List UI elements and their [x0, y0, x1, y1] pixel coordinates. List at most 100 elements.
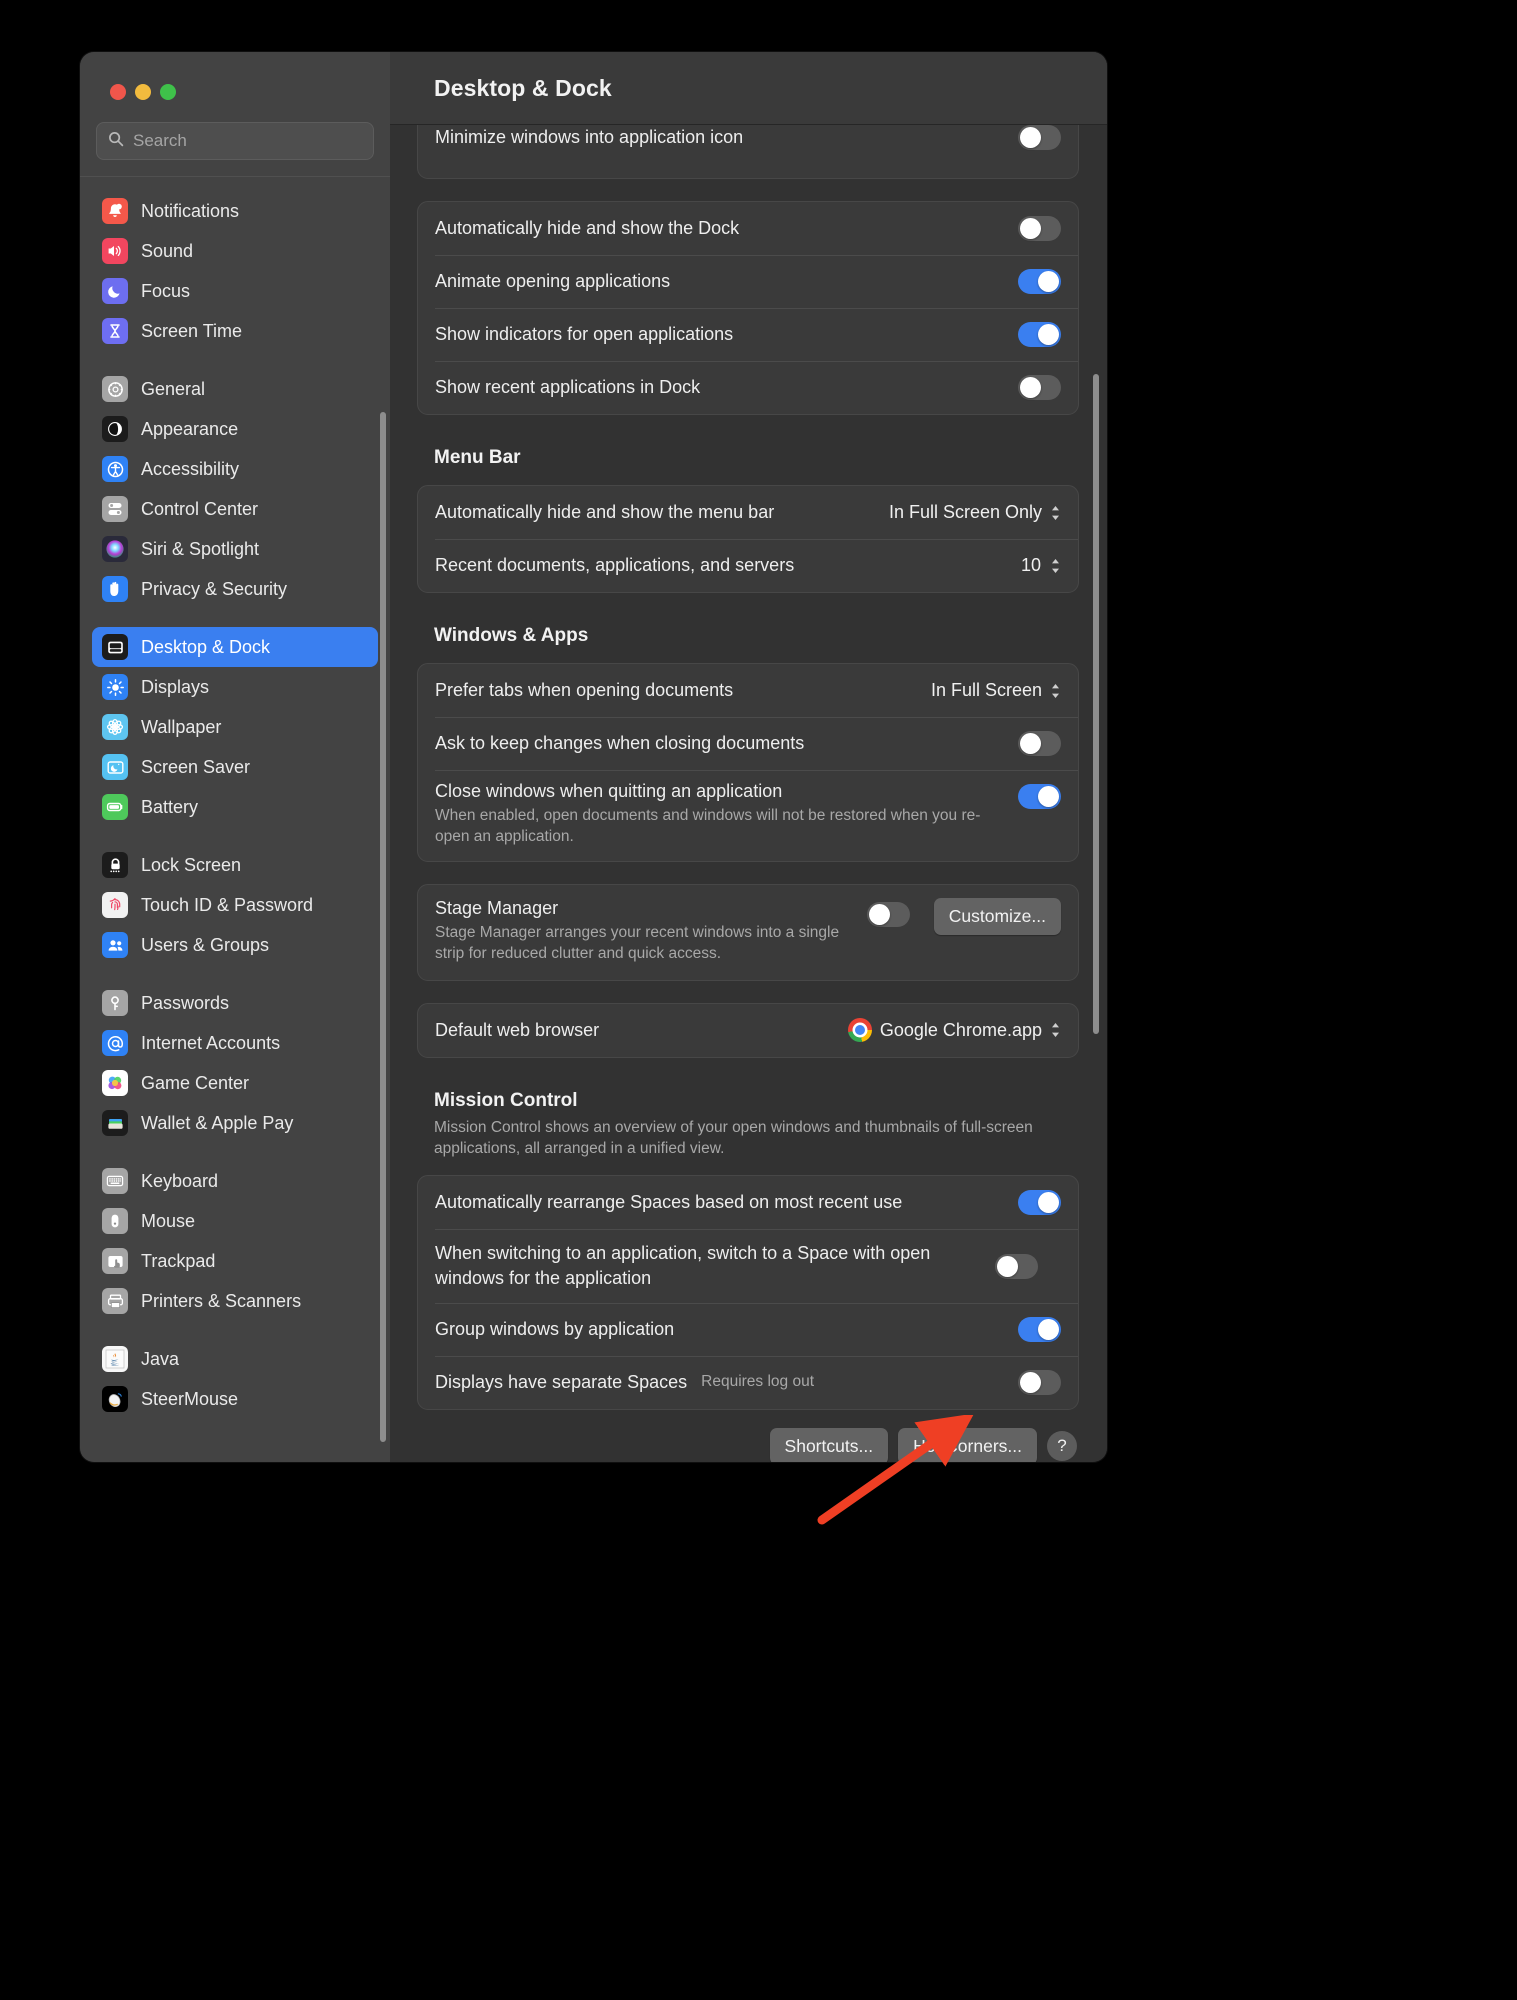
privacy-hand-icon [102, 576, 128, 602]
sidebar-item-sound[interactable]: Sound [92, 231, 378, 271]
window-controls[interactable] [80, 52, 390, 100]
setting-row-auto-hide-menu-bar[interactable]: Automatically hide and show the menu bar… [418, 486, 1078, 539]
sidebar-item-appearance[interactable]: Appearance [92, 409, 378, 449]
sidebar-item-passwords[interactable]: Passwords [92, 983, 378, 1023]
sidebar-item-mouse[interactable]: Mouse [92, 1201, 378, 1241]
dock-settings-card: Automatically hide and show the Dock Anim… [417, 201, 1079, 415]
sidebar-item-siri-spotlight[interactable]: Siri & Spotlight [92, 529, 378, 569]
setting-row-minimize-windows[interactable]: Minimize windows into application icon [418, 125, 1078, 178]
desktop-dock-icon [102, 634, 128, 660]
sidebar-item-game-center[interactable]: Game Center [92, 1063, 378, 1103]
notifications-icon [102, 198, 128, 224]
stage-manager-card: Stage Manager Stage Manager arranges you… [417, 883, 1079, 981]
popup-value: Google Chrome.app [879, 1019, 1042, 1040]
mission-control-description: Mission Control shows an overview of you… [434, 1118, 1033, 1157]
sidebar-item-battery[interactable]: Battery [92, 787, 378, 827]
focus-icon [102, 278, 128, 304]
rearrange-spaces-toggle[interactable] [1018, 1190, 1061, 1216]
menu-bar-card: Automatically hide and show the menu bar… [417, 485, 1079, 593]
accessibility-icon [102, 456, 128, 482]
sidebar-item-general[interactable]: General [92, 369, 378, 409]
separate-spaces-toggle[interactable] [1018, 1369, 1061, 1395]
row-label: Ask to keep changes when closing documen… [435, 733, 805, 753]
chevron-updown-icon [1050, 557, 1061, 575]
sidebar-item-notifications[interactable]: Notifications [92, 191, 378, 231]
sidebar-group-5: Keyboard Mouse Trackpad Printers & Scanners [92, 1161, 378, 1321]
setting-row-switch-to-space[interactable]: When switching to an application, switch… [418, 1229, 1078, 1303]
setting-toggle[interactable] [1018, 269, 1061, 294]
setting-row-ask-keep-changes[interactable]: Ask to keep changes when closing documen… [418, 717, 1078, 770]
help-button[interactable]: ? [1047, 1431, 1077, 1462]
setting-row-automatically-hide-and-show-the-dock[interactable]: Automatically hide and show the Dock [418, 202, 1078, 255]
setting-row-recent-documents[interactable]: Recent documents, applications, and serv… [418, 539, 1078, 592]
group-windows-toggle[interactable] [1018, 1316, 1061, 1342]
setting-row-group-windows[interactable]: Group windows by application [418, 1302, 1078, 1356]
wallpaper-icon [102, 714, 128, 740]
setting-row-rearrange-spaces[interactable]: Automatically rearrange Spaces based on … [418, 1176, 1078, 1229]
setting-toggle[interactable] [1018, 322, 1061, 347]
sidebar-item-label: Trackpad [141, 1250, 216, 1271]
sidebar-item-desktop-dock[interactable]: Desktop & Dock [92, 627, 378, 667]
close-windows-quitting-toggle[interactable] [1018, 784, 1061, 809]
system-settings-window: Notifications Sound Focus Screen Time Genera… [80, 52, 1107, 1462]
sidebar-item-keyboard[interactable]: Keyboard [92, 1161, 378, 1201]
sound-icon [102, 238, 128, 264]
setting-row-default-browser[interactable]: Default web browser Google Chrome.app [418, 1004, 1078, 1057]
sidebar-item-displays[interactable]: Displays [92, 667, 378, 707]
sidebar-item-label: Privacy & Security [141, 578, 288, 599]
sidebar-item-lock-screen[interactable]: Lock Screen [92, 845, 378, 885]
setting-toggle[interactable] [1018, 375, 1061, 400]
prefer-tabs-popup[interactable]: In Full Screen [931, 680, 1061, 701]
switch-to-space-toggle[interactable] [995, 1253, 1038, 1279]
setting-row-show-recent-applications-in-dock[interactable]: Show recent applications in Dock [418, 361, 1078, 414]
sidebar: Notifications Sound Focus Screen Time Genera… [80, 52, 390, 1462]
setting-row-show-indicators-for-open-applications[interactable]: Show indicators for open applications [418, 308, 1078, 361]
hot-corners-button[interactable]: Hot Corners... [898, 1427, 1037, 1462]
sidebar-item-label: Accessibility [141, 458, 240, 479]
sidebar-item-label: Screen Saver [141, 756, 251, 777]
sidebar-item-steermouse[interactable]: SteerMouse [92, 1379, 378, 1419]
sidebar-item-accessibility[interactable]: Accessibility [92, 449, 378, 489]
setting-row-prefer-tabs[interactable]: Prefer tabs when opening documents In Fu… [418, 664, 1078, 717]
minimize-windows-toggle[interactable] [1018, 125, 1061, 150]
auto-hide-menu-bar-popup[interactable]: In Full Screen Only [889, 502, 1061, 523]
shortcuts-button[interactable]: Shortcuts... [769, 1427, 889, 1462]
zoom-button[interactable] [160, 84, 176, 100]
setting-row-separate-spaces[interactable]: Displays have separate Spaces Requires l… [418, 1355, 1078, 1409]
recent-documents-stepper[interactable]: 10 [1021, 555, 1061, 576]
sidebar-item-java[interactable]: Java [92, 1339, 378, 1379]
minimize-button[interactable] [135, 84, 151, 100]
sidebar-item-internet-accounts[interactable]: Internet Accounts [92, 1023, 378, 1063]
stage-manager-customize-button[interactable]: Customize... [933, 897, 1061, 935]
setting-row-animate-opening-applications[interactable]: Animate opening applications [418, 255, 1078, 308]
default-browser-popup[interactable]: Google Chrome.app [847, 1018, 1061, 1042]
sidebar-scrollbar[interactable] [380, 412, 386, 1442]
mouse-icon [102, 1208, 128, 1234]
search-input[interactable] [133, 131, 362, 151]
search-box[interactable] [96, 122, 374, 160]
section-heading-mission-control: Mission Control [434, 1089, 578, 1111]
sidebar-item-users-groups[interactable]: Users & Groups [92, 925, 378, 965]
sidebar-item-label: Printers & Scanners [141, 1290, 302, 1311]
sidebar-item-printers-scanners[interactable]: Printers & Scanners [92, 1281, 378, 1321]
stage-manager-toggle[interactable] [866, 901, 910, 927]
sidebar-item-focus[interactable]: Focus [92, 271, 378, 311]
sidebar-item-screen-time[interactable]: Screen Time [92, 311, 378, 351]
sidebar-item-wallet-apple-pay[interactable]: Wallet & Apple Pay [92, 1103, 378, 1143]
sidebar-item-control-center[interactable]: Control Center [92, 489, 378, 529]
sidebar-item-trackpad[interactable]: Trackpad [92, 1241, 378, 1281]
setting-row-close-windows-quitting[interactable]: Close windows when quitting an applicati… [418, 770, 1078, 861]
sidebar-item-label: Passwords [141, 992, 230, 1013]
sidebar-item-touch-id-password[interactable]: Touch ID & Password [92, 885, 378, 925]
displays-icon [102, 674, 128, 700]
main-scrollbar[interactable] [1093, 374, 1099, 1034]
ask-keep-changes-toggle[interactable] [1018, 731, 1061, 756]
stepper-value: 10 [1020, 555, 1041, 575]
row-label: Show recent applications in Dock [435, 377, 701, 397]
sidebar-item-wallpaper[interactable]: Wallpaper [92, 707, 378, 747]
sidebar-item-screen-saver[interactable]: Screen Saver [92, 747, 378, 787]
setting-toggle[interactable] [1018, 216, 1061, 241]
sidebar-item-privacy-security[interactable]: Privacy & Security [92, 569, 378, 609]
setting-row-stage-manager[interactable]: Stage Manager Stage Manager arranges you… [418, 885, 1078, 980]
close-button[interactable] [110, 84, 126, 100]
